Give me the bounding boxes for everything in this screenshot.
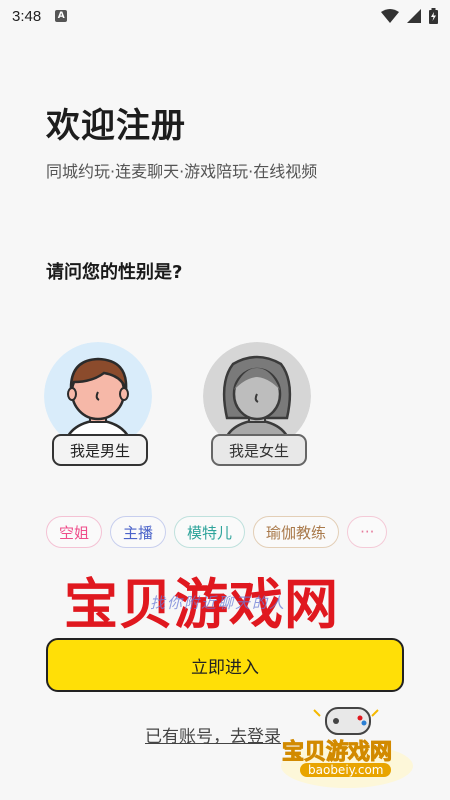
logo-url: baobeiy.com bbox=[300, 763, 392, 777]
gender-label-male: 我是男生 bbox=[52, 434, 148, 466]
wifi-icon bbox=[381, 9, 399, 23]
status-icons bbox=[381, 8, 438, 24]
status-bar: 3:48 A bbox=[0, 0, 450, 32]
battery-icon bbox=[429, 8, 438, 24]
occupation-tags: 空姐 主播 模特儿 瑜伽教练 ··· bbox=[46, 516, 388, 548]
tag-more[interactable]: ··· bbox=[347, 516, 388, 548]
logo-text: 宝贝游戏网 bbox=[281, 740, 393, 766]
enter-button[interactable]: 立即进入 bbox=[46, 638, 404, 692]
gender-label-female: 我是女生 bbox=[211, 434, 307, 466]
status-time: 3:48 bbox=[12, 7, 42, 25]
tag-chip[interactable]: 瑜伽教练 bbox=[253, 516, 340, 548]
gender-question: 请问您的性别是? bbox=[46, 262, 183, 283]
login-link[interactable]: 已有账号，去登录 bbox=[145, 722, 281, 747]
notification-icon: A bbox=[55, 10, 68, 22]
page-subtitle: 同城约玩·连麦聊天·游戏陪玩·在线视频 bbox=[46, 162, 318, 181]
watermark-subtext: 找你附近聊天的人 bbox=[150, 594, 287, 612]
gender-option-female[interactable]: 我是女生 bbox=[203, 342, 313, 467]
gender-option-male[interactable]: 我是男生 bbox=[44, 342, 154, 467]
tag-chip[interactable]: 主播 bbox=[110, 516, 167, 548]
tag-chip[interactable]: 空姐 bbox=[46, 516, 103, 548]
page-title: 欢迎注册 bbox=[46, 106, 186, 146]
signal-icon bbox=[407, 9, 421, 23]
tag-chip[interactable]: 模特儿 bbox=[174, 516, 246, 548]
